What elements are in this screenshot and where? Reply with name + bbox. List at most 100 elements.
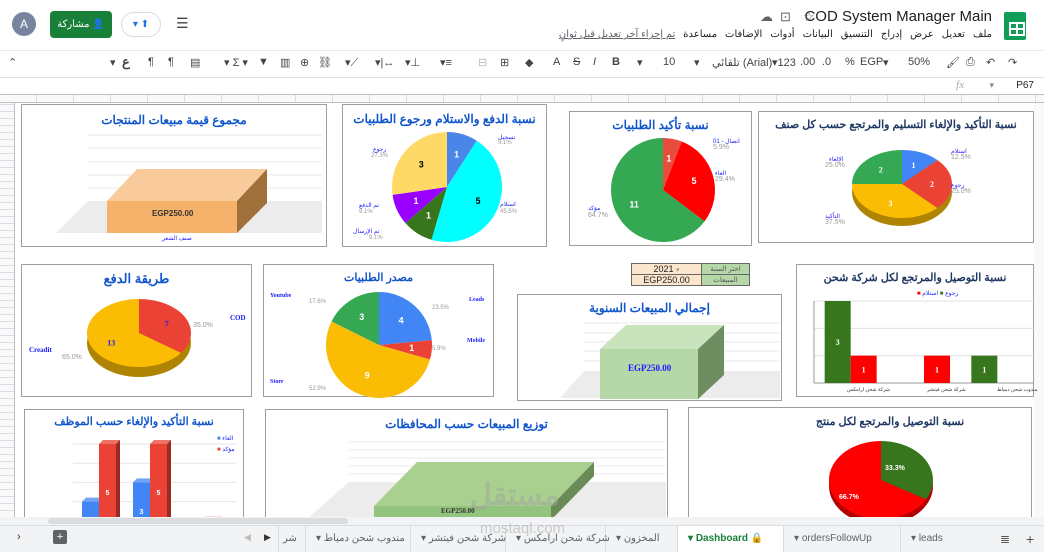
paint-format-icon[interactable]: 🖌 — [946, 56, 960, 69]
chart-status-by-category[interactable]: نسبة التأكيد والإلغاء التسليم والمرتجع ح… — [758, 111, 1034, 243]
menu-insert[interactable]: إدراج — [881, 29, 902, 40]
rtl-icon[interactable]: ¶ — [148, 56, 154, 68]
tab-label: Dashboard — [695, 533, 749, 544]
chart-order-source[interactable]: مصدر الطلبيات 4193 Leads 23.5% Mobile 5.… — [263, 264, 494, 398]
cloud-status-icon[interactable]: ☁ — [760, 9, 773, 25]
chevron-down-icon: ▾ — [132, 19, 138, 30]
document-title[interactable]: COD System Manager Main — [804, 8, 992, 25]
tab-partial[interactable]: شر — [278, 526, 301, 552]
undo-icon[interactable]: ↶ — [986, 56, 995, 69]
chart-sales-by-governorate[interactable]: توزيع المبيعات حسب المحافظات EGP250.00 — [265, 409, 668, 520]
filter-icon[interactable]: ▼ — [258, 56, 269, 68]
comment-history-icon[interactable]: ☰ — [176, 15, 189, 32]
ltr-icon[interactable]: ¶ — [168, 56, 174, 68]
menu-format[interactable]: التنسيق — [841, 29, 873, 40]
x-tick-label: شركة شحن ارامكس — [847, 387, 891, 393]
last-edit-link[interactable]: تم إجراء آخر تعديل قبل ثوانٍ — [559, 29, 675, 40]
add-sheet-icon[interactable]: + — [1026, 531, 1034, 547]
present-button[interactable]: ▾ ⬆ — [121, 12, 161, 37]
chart-by-employee[interactable]: نسبة التأكيد والإلغاء حسب الموظف ■ الغاء… — [24, 409, 244, 520]
chart-total-product-sales[interactable]: مجموع قيمة مبيعات المنتجات EGP250.00 صنف… — [21, 104, 327, 247]
chart-order-confirmation-ratio[interactable]: نسبة تأكيد الطلبيات 1 5 11 اتصال - 01 5.9%… — [569, 111, 752, 246]
chevron-down-icon: ▾ — [676, 267, 680, 274]
side-panel-toggle-icon[interactable]: › — [17, 531, 21, 543]
text-rotation-icon[interactable]: ▾⟋ — [345, 56, 358, 70]
chart-icon[interactable]: ▥ — [280, 56, 290, 69]
chevron-down-icon[interactable]: ▾ — [637, 56, 643, 69]
tab-leads[interactable]: ▾ leads — [900, 526, 953, 552]
chevron-down-icon[interactable]: ▾ — [110, 56, 116, 69]
text-color-button[interactable]: A — [553, 56, 560, 68]
move-folder-icon[interactable]: ⊡ — [780, 9, 791, 25]
pie-svg — [829, 441, 933, 520]
year-dropdown[interactable]: 2021 ▾ — [631, 263, 702, 275]
tab-damietta[interactable]: ▾ مندوب شحن دمياط — [305, 526, 415, 552]
font-size-input[interactable]: 10 — [663, 56, 675, 68]
x-tick-label: شركة شحن فيتشر — [927, 387, 966, 393]
functions-icon[interactable]: ▾ Σ ▾ — [224, 56, 248, 69]
tab-dashboard[interactable]: ▾ Dashboard 🔒 — [677, 526, 783, 552]
menu-addons[interactable]: الإضافات — [725, 29, 762, 40]
chevron-down-icon[interactable]: ▾ — [694, 56, 700, 69]
tab-label: leads — [918, 533, 943, 544]
explore-icon[interactable]: + — [53, 530, 67, 544]
vertical-scrollbar[interactable] — [1034, 103, 1044, 517]
bar-value-label: 1 — [935, 365, 939, 374]
decrease-decimal-button[interactable]: .0 — [822, 56, 831, 68]
bold-button[interactable]: B — [612, 56, 620, 68]
chart-shipping-company[interactable]: نسبة التوصيل والمرتجع لكل شركة شحن ■ رجو… — [796, 264, 1038, 397]
increase-decimal-button[interactable]: .00 — [800, 56, 815, 68]
fill-color-icon[interactable]: ◆ — [525, 56, 533, 69]
x-tick-label: مندوب شحن دمياط — [997, 387, 1038, 393]
font-select[interactable]: تلقائي (Arial) — [712, 56, 772, 69]
horizontal-align-icon[interactable]: ▾≡ — [440, 56, 452, 69]
sheets-logo-icon[interactable] — [1004, 12, 1026, 40]
table-icon[interactable]: ▤ — [190, 56, 200, 69]
zoom-select[interactable]: 50% — [908, 56, 930, 68]
chart-svg — [560, 322, 780, 399]
all-sheets-icon[interactable]: ≣ — [1000, 532, 1010, 546]
column-headers[interactable] — [0, 95, 1044, 103]
percent-button[interactable]: % — [845, 56, 855, 68]
redo-icon[interactable]: ↷ — [1008, 56, 1017, 69]
slice-value-label: 5 — [476, 196, 481, 206]
avatar[interactable]: A — [12, 12, 36, 36]
menu-view[interactable]: عرض — [910, 29, 934, 40]
slice-value-label: 3 — [419, 160, 424, 170]
collapse-toolbar-icon[interactable]: ⌃ — [8, 56, 17, 69]
menu-tools[interactable]: أدوات — [770, 29, 794, 40]
share-button[interactable]: مشاركة 👤 — [50, 11, 112, 38]
text-wrap-icon[interactable]: ▾|↔ — [375, 56, 394, 69]
formula-input[interactable] — [10, 80, 850, 93]
x-axis-label: صنف الشعر — [162, 236, 192, 242]
comment-icon[interactable]: ⊕ — [300, 56, 309, 69]
menu-help[interactable]: مساعدة — [683, 29, 717, 40]
chart-delivery-per-product[interactable]: نسبة التوصيل والمرتجع لكل منتج 33.3% 66.… — [688, 407, 1032, 520]
vertical-align-icon[interactable]: ▾⊥ — [405, 56, 420, 69]
link-icon[interactable]: ⛓ — [318, 56, 332, 69]
chart-payment-method[interactable]: طريقة الدفع 7 13 COD 35.0% Creadit 65.0% — [21, 264, 252, 397]
menu-file[interactable]: ملف — [973, 29, 992, 40]
scroll-tabs-left-icon[interactable]: ◀ — [244, 532, 251, 543]
input-tools-icon[interactable]: ع — [122, 54, 130, 70]
print-icon[interactable]: ⎙ — [966, 56, 975, 69]
chart-payment-return-ratio[interactable]: نسبة الدفع والاستلام ورجوع الطلبيات 1511… — [342, 104, 547, 247]
currency-button[interactable]: EGP — [860, 56, 883, 68]
merge-cells-icon[interactable]: ⊟ — [478, 56, 487, 69]
borders-icon[interactable]: ⊞ — [500, 56, 509, 69]
horizontal-scroll-thumb[interactable] — [48, 518, 348, 524]
tab-orders-follow-up[interactable]: ▾ ordersFollowUp — [783, 526, 882, 552]
menu-edit[interactable]: تعديل — [942, 29, 965, 40]
chevron-down-icon[interactable]: ▾ — [883, 56, 889, 69]
menu-data[interactable]: البيانات — [803, 29, 833, 40]
number-format-select[interactable]: ▾123 — [772, 56, 796, 69]
chevron-down-icon[interactable]: ▾ — [989, 80, 994, 91]
chart-annual-sales[interactable]: إجمالي المبيعات السنوية EGP250.00 — [517, 294, 782, 401]
italic-button[interactable]: I — [593, 56, 596, 68]
bar-value-label: 1 — [862, 365, 866, 374]
strikethrough-button[interactable]: S — [573, 56, 580, 68]
scroll-tabs-right-icon[interactable]: ▶ — [264, 532, 271, 543]
star-icon[interactable]: ☆ — [803, 9, 815, 25]
cell-reference[interactable]: P67 — [1016, 80, 1034, 91]
row-headers[interactable] — [0, 103, 15, 517]
